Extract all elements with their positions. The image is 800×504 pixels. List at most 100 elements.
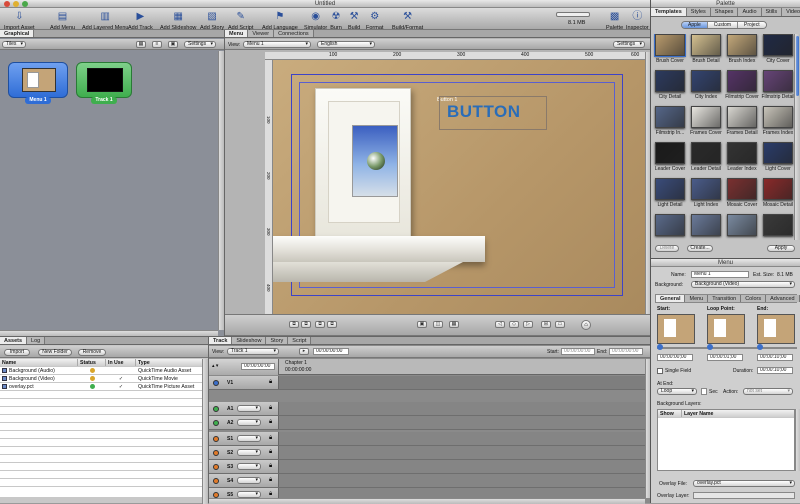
drop-zone-picture[interactable] xyxy=(352,125,398,197)
track-content[interactable] xyxy=(279,474,645,487)
timeline-row-a1[interactable]: A1 🔒︎ xyxy=(209,402,645,416)
template-item[interactable]: Frames Detail xyxy=(725,106,759,136)
overlay-layer-field[interactable] xyxy=(693,492,795,499)
template-item[interactable]: Mosaic Cover xyxy=(725,178,759,208)
add-script-button[interactable]: ✎ Add Script xyxy=(228,11,253,31)
timeline-row-s4[interactable]: S4 🔒︎ xyxy=(209,474,645,488)
palette-vscroll[interactable] xyxy=(794,34,800,240)
track-stream-select[interactable] xyxy=(237,435,261,442)
track-stream-select[interactable] xyxy=(237,419,261,426)
track-stream-select[interactable] xyxy=(237,463,261,470)
show-overlay-icon[interactable]: ▣ xyxy=(417,321,427,328)
template-item[interactable] xyxy=(653,214,687,238)
playhead-icon[interactable]: ▸ xyxy=(299,348,309,355)
template-item[interactable]: Filmstrip In... xyxy=(653,106,687,136)
column-show[interactable]: Show xyxy=(658,410,682,417)
tab-story[interactable]: Story xyxy=(266,337,289,344)
title-safe-icon[interactable]: ▭ xyxy=(555,321,565,328)
zoom-icon[interactable]: ▴ ▾ xyxy=(212,363,218,369)
sec-field[interactable] xyxy=(701,388,707,395)
graphical-settings-select[interactable]: Settings xyxy=(184,41,216,48)
track-content[interactable] xyxy=(279,402,645,415)
template-item[interactable]: Leader Detail xyxy=(689,142,723,172)
menu-canvas[interactable]: Button 1 BUTTON xyxy=(273,60,645,314)
tab-connections[interactable]: Connections xyxy=(274,30,314,37)
show-grid-icon[interactable]: ▦ xyxy=(449,321,459,328)
template-item[interactable]: Filmstrip Detail xyxy=(761,70,795,100)
build-format-button[interactable]: ⚒ Build/Format xyxy=(392,11,423,31)
template-item[interactable]: Brush Detail xyxy=(689,34,723,64)
column-layer-name[interactable]: Layer Name xyxy=(682,410,794,417)
lock-icon[interactable]: 🔒︎ xyxy=(269,463,272,470)
lock-icon[interactable]: 🔒︎ xyxy=(269,435,272,442)
column-status[interactable]: Status xyxy=(78,359,106,366)
tab-log[interactable]: Log xyxy=(27,337,46,344)
tab-inspector-menu[interactable]: Menu xyxy=(685,295,709,302)
column-in-use[interactable]: In Use xyxy=(106,359,136,366)
menu-tile-label[interactable]: Menu 1 xyxy=(25,97,51,104)
build-button[interactable]: ⚒ Build xyxy=(348,11,360,31)
template-item[interactable] xyxy=(725,214,759,238)
timeline-row-s3[interactable]: S3 🔒︎ xyxy=(209,460,645,474)
tab-advanced[interactable]: Advanced xyxy=(766,295,800,302)
track-stream-select[interactable] xyxy=(237,449,261,456)
template-item[interactable]: Light Cover xyxy=(761,142,795,172)
track-content[interactable] xyxy=(279,376,645,389)
track-stream-select[interactable] xyxy=(237,477,261,484)
end-field[interactable]: 00:00:00:00 xyxy=(609,348,643,355)
track-enable-icon[interactable] xyxy=(213,380,219,386)
burn-button[interactable]: ☢ Burn xyxy=(330,11,342,31)
add-slideshow-button[interactable]: ▦ Add Slideshow xyxy=(160,11,196,31)
add-track-button[interactable]: ▶ Add Track xyxy=(128,11,153,31)
tile-list-icon[interactable]: ≡ xyxy=(152,41,162,48)
track-enable-icon[interactable] xyxy=(213,406,219,412)
name-field[interactable]: Menu 1 xyxy=(691,271,749,278)
lock-icon[interactable]: 🔒︎ xyxy=(269,379,272,386)
layers-vscroll[interactable] xyxy=(795,409,800,471)
timeline-row-s5[interactable]: S5🔒︎ xyxy=(209,488,645,498)
bring-forward-icon[interactable]: ⧉ xyxy=(315,321,325,328)
tab-slideshow[interactable]: Slideshow xyxy=(232,337,267,344)
track-content[interactable] xyxy=(279,460,645,473)
tab-general[interactable]: General xyxy=(656,295,686,302)
track-view-select[interactable]: Track 1 xyxy=(227,348,279,355)
tab-viewer[interactable]: Viewer xyxy=(248,30,275,37)
tab-video[interactable]: Video xyxy=(782,8,800,16)
template-item[interactable]: City Index xyxy=(689,70,723,100)
tab-stills[interactable]: Stills xyxy=(761,8,783,16)
import-button[interactable]: Import xyxy=(4,349,30,356)
single-field-checkbox[interactable] xyxy=(657,368,663,374)
remove-button[interactable]: Remove xyxy=(78,349,106,356)
segment-custom[interactable]: Custom xyxy=(706,22,738,28)
track-tile[interactable] xyxy=(76,62,132,98)
at-end-select[interactable]: Loop xyxy=(657,388,697,395)
track-enable-icon[interactable] xyxy=(213,420,219,426)
segment-project[interactable]: Project xyxy=(737,22,766,28)
background-select[interactable]: Background (Video) xyxy=(691,281,795,288)
track-content[interactable] xyxy=(279,488,645,498)
template-item[interactable]: Mosaic Detail xyxy=(761,178,795,208)
menu-view-select[interactable]: Menu 1 xyxy=(243,41,311,48)
asset-row[interactable]: Background (Video) ✓ QuickTime Movie xyxy=(0,375,202,383)
lock-icon[interactable]: 🔒︎ xyxy=(269,419,272,426)
palette-button[interactable]: ▩ Palette xyxy=(606,11,623,31)
delete-template-button[interactable]: Delete xyxy=(655,245,679,252)
column-type[interactable]: Type xyxy=(136,359,202,366)
tab-styles[interactable]: Styles xyxy=(686,8,711,16)
track-content[interactable] xyxy=(279,432,645,445)
show-safe-area-icon[interactable]: ◫ xyxy=(433,321,443,328)
tab-script[interactable]: Script xyxy=(288,337,312,344)
duration-field[interactable]: 00:00:10;00 xyxy=(757,367,793,374)
track-enable-icon[interactable] xyxy=(213,464,219,470)
template-item[interactable]: Light Detail xyxy=(653,178,687,208)
simulate-icon[interactable]: ⌂ xyxy=(581,320,591,330)
lock-icon[interactable]: 🔒︎ xyxy=(269,477,272,484)
send-back-icon[interactable]: ⧉ xyxy=(289,321,299,328)
align-right-icon[interactable]: ▷ xyxy=(523,321,533,328)
column-name[interactable]: Name xyxy=(0,359,78,366)
timeline-row-v1[interactable]: V1 🔒︎ xyxy=(209,376,645,390)
track-enable-icon[interactable] xyxy=(213,450,219,456)
track-enable-icon[interactable] xyxy=(213,436,219,442)
tab-track[interactable]: Track xyxy=(209,337,233,344)
tab-assets[interactable]: Assets xyxy=(0,337,28,344)
